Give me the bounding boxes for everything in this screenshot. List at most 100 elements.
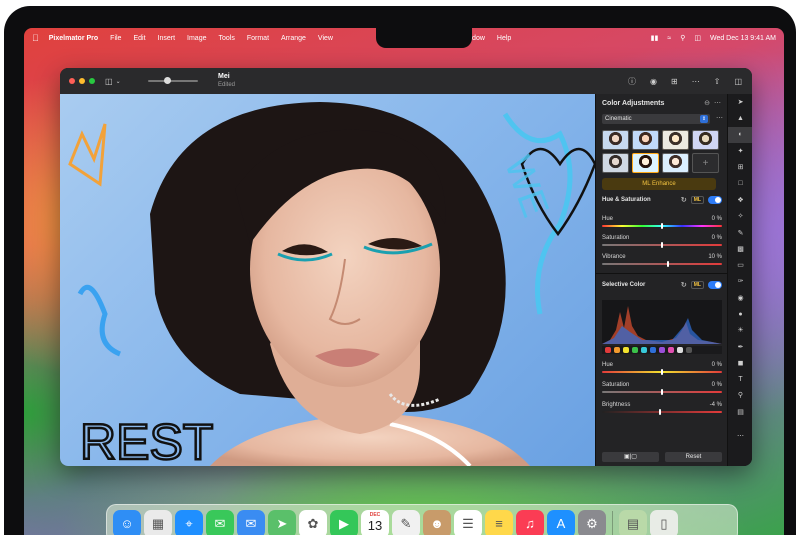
slider-value[interactable]: -4 % xyxy=(710,402,722,408)
reset-adjustment-icon[interactable]: ↻ xyxy=(681,281,687,289)
battery-icon[interactable]: ▮▮ xyxy=(651,34,659,42)
more-tools-icon[interactable]: ⋯ xyxy=(728,428,752,444)
preset-thumbnail-selected[interactable] xyxy=(632,153,659,173)
safari-icon[interactable]: ⌖ xyxy=(175,509,203,535)
magic-wand-icon[interactable]: ✧ xyxy=(728,208,752,224)
finder-icon[interactable]: ☺ xyxy=(113,509,141,535)
calendar-icon[interactable]: DEC 13 xyxy=(361,509,389,535)
add-preset-button[interactable]: + xyxy=(692,153,719,173)
more-icon[interactable]: ⋯ xyxy=(692,77,700,86)
saturation-knob[interactable] xyxy=(661,242,663,248)
slider-value[interactable]: 0 % xyxy=(712,235,722,241)
menu-clock[interactable]: Wed Dec 13 9:41 AM xyxy=(710,35,776,42)
preset-dropdown[interactable]: Cinematic ⇕ xyxy=(602,114,710,124)
contacts-icon[interactable]: ☻ xyxy=(423,509,451,535)
preset-thumbnail[interactable] xyxy=(692,130,719,150)
app-store-icon[interactable]: A xyxy=(547,509,575,535)
menu-format[interactable]: Format xyxy=(247,35,269,42)
red-swatch[interactable] xyxy=(605,347,611,353)
music-icon[interactable]: ♫ xyxy=(516,509,544,535)
preset-options-icon[interactable]: ⋯ xyxy=(716,114,723,122)
pen-tool-icon[interactable]: ✒ xyxy=(728,338,752,354)
color-adjust-tool-icon[interactable]: ◐ xyxy=(728,126,752,143)
facetime-icon[interactable]: ▶ xyxy=(330,509,358,535)
eraser-tool-icon[interactable]: ▭ xyxy=(728,257,752,273)
menu-image[interactable]: Image xyxy=(187,35,206,42)
selective-hue-slider-row[interactable]: Hue 0 % xyxy=(602,362,722,376)
close-button[interactable] xyxy=(69,78,75,84)
chevron-down-icon[interactable]: ⌄ xyxy=(116,78,121,85)
tools-toggle-icon[interactable]: ◫ xyxy=(734,77,742,86)
search-icon[interactable]: ⚲ xyxy=(680,34,685,42)
mail-icon[interactable]: ✉ xyxy=(237,509,265,535)
yellow-swatch[interactable] xyxy=(623,347,629,353)
selective-saturation-slider-row[interactable]: Saturation 0 % xyxy=(602,382,722,396)
light-tool-icon[interactable]: ☀ xyxy=(728,322,752,338)
pixelmator-icon[interactable]: ✎ xyxy=(392,509,420,535)
selective-color-toggle[interactable] xyxy=(708,281,722,289)
orange-swatch[interactable] xyxy=(614,347,620,353)
system-settings-icon[interactable]: ⚙ xyxy=(578,509,606,535)
minimize-button[interactable] xyxy=(79,78,85,84)
menu-tools[interactable]: Tools xyxy=(219,35,235,42)
zoom-button[interactable] xyxy=(89,78,95,84)
quick-select-tool-icon[interactable]: ❖ xyxy=(728,192,752,208)
paint-tool-icon[interactable]: ✎ xyxy=(728,224,752,240)
menu-insert[interactable]: Insert xyxy=(158,35,176,42)
green-swatch[interactable] xyxy=(632,347,638,353)
crop-icon[interactable]: ⊞ xyxy=(671,77,678,86)
hue-slider-row[interactable]: Hue 0 % xyxy=(602,216,722,230)
maps-icon[interactable]: ➤ xyxy=(268,509,296,535)
menu-edit[interactable]: Edit xyxy=(133,35,145,42)
vibrance-track[interactable] xyxy=(602,263,722,265)
hue-knob[interactable] xyxy=(661,223,663,229)
zoom-tool-icon[interactable]: ⚲ xyxy=(728,387,752,403)
menu-file[interactable]: File xyxy=(110,35,121,42)
info-icon[interactable]: ⓘ xyxy=(628,76,636,87)
type-tool-icon[interactable]: T xyxy=(728,371,752,387)
preset-thumbnail[interactable] xyxy=(662,130,689,150)
preset-thumbnail[interactable] xyxy=(662,153,689,173)
menu-help[interactable]: Help xyxy=(497,35,511,42)
reset-adjustment-icon[interactable]: ↻ xyxy=(681,196,687,204)
select-tool-icon[interactable]: □ xyxy=(728,175,752,191)
zoom-slider-knob[interactable] xyxy=(164,77,171,84)
control-center-icon[interactable]: ◫ xyxy=(694,34,701,42)
retouch-tool-icon[interactable]: ✑ xyxy=(728,273,752,289)
arrange-tool-icon[interactable]: ➤ xyxy=(728,94,752,110)
style-tool-icon[interactable]: ▲ xyxy=(728,110,752,126)
preset-thumbnail[interactable] xyxy=(602,153,629,173)
shape-tool-icon[interactable]: ◼ xyxy=(728,355,752,371)
purple-swatch[interactable] xyxy=(659,347,665,353)
photos-icon[interactable]: ✿ xyxy=(299,509,327,535)
ml-icon[interactable]: ◉ xyxy=(650,77,657,86)
slider-value[interactable]: 10 % xyxy=(708,254,722,260)
magenta-swatch[interactable] xyxy=(668,347,674,353)
slider-value[interactable]: 0 % xyxy=(712,382,722,388)
share-icon[interactable]: ⇧ xyxy=(714,77,721,86)
wifi-icon[interactable]: ≈ xyxy=(667,35,671,42)
clone-tool-icon[interactable]: ◉ xyxy=(728,290,752,306)
panel-more-icon[interactable]: ⋯ xyxy=(714,99,721,107)
menu-app-name[interactable]: Pixelmator Pro xyxy=(49,35,98,42)
compare-button[interactable]: ▣|▢ xyxy=(602,452,659,462)
sponge-tool-icon[interactable]: ● xyxy=(728,306,752,322)
ml-enhance-button[interactable]: ML Enhance xyxy=(602,178,716,190)
selective-brightness-track[interactable] xyxy=(602,411,722,413)
selective-brightness-slider-row[interactable]: Brightness -4 % xyxy=(602,402,722,416)
preset-thumbnail[interactable] xyxy=(602,130,629,150)
selective-saturation-knob[interactable] xyxy=(661,389,663,395)
slider-value[interactable]: 0 % xyxy=(712,216,722,222)
menu-arrange[interactable]: Arrange xyxy=(281,35,306,42)
preset-thumbnail[interactable] xyxy=(632,130,659,150)
panel-options-icon[interactable]: ⊖ xyxy=(704,99,710,107)
slider-value[interactable]: 0 % xyxy=(712,362,722,368)
vibrance-knob[interactable] xyxy=(666,261,669,267)
fill-tool-icon[interactable]: ▩ xyxy=(728,241,752,257)
notes-icon[interactable]: ≡ xyxy=(485,509,513,535)
apple-menu-icon[interactable]:  xyxy=(32,33,39,43)
blue-swatch[interactable] xyxy=(650,347,656,353)
downloads-stack-icon[interactable]: ▤ xyxy=(619,509,647,535)
sidebar-toggle-icon[interactable]: ◫ xyxy=(105,77,113,86)
reset-button[interactable]: Reset xyxy=(665,452,722,462)
